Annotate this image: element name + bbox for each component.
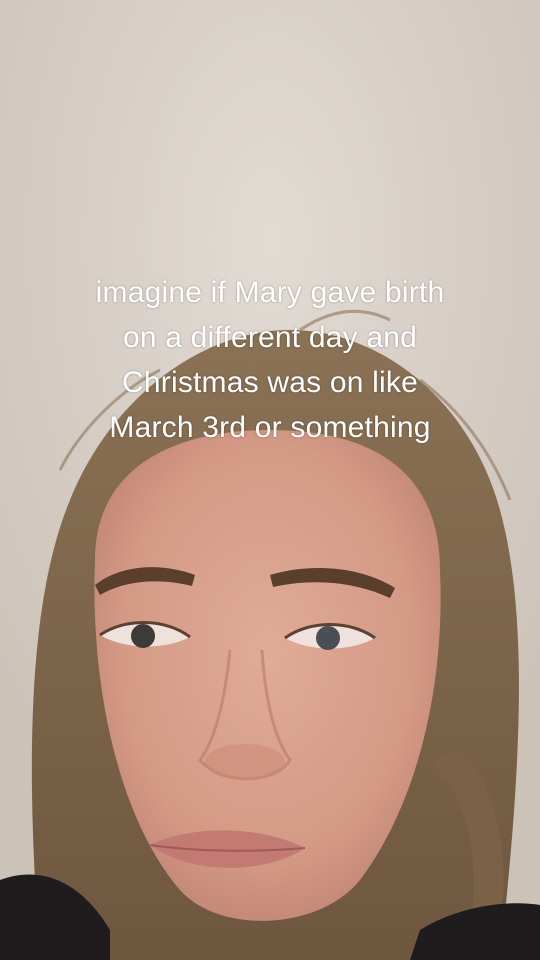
selfie-photo: [0, 0, 540, 960]
caption-line-4: March 3rd or something: [109, 411, 431, 444]
caption-line-2: on a different day and: [122, 321, 418, 354]
video-caption: imagine if Mary gave birth on a differen…: [20, 270, 520, 450]
caption-line-3: Christmas was on like: [122, 366, 418, 399]
video-frame: imagine if Mary gave birth on a differen…: [0, 0, 540, 960]
caption-line-1: imagine if Mary gave birth: [95, 276, 445, 309]
